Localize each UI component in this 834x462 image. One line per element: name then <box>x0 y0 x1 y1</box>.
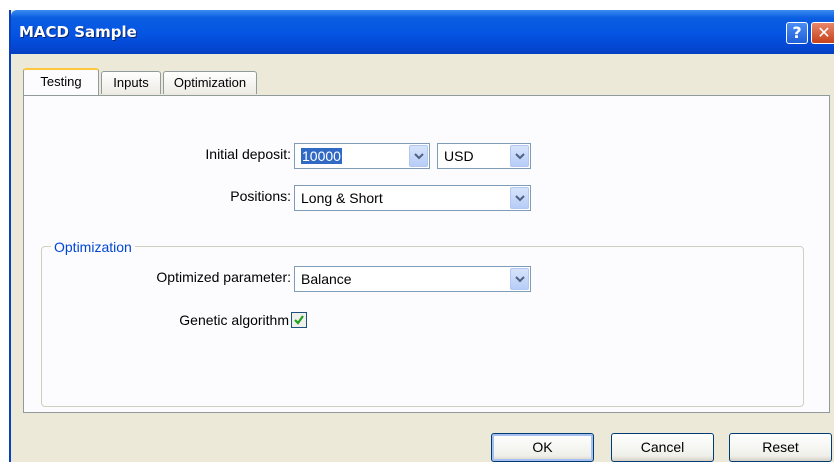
initial-deposit-value: 10000 <box>301 148 342 164</box>
dropdown-arrow-icon[interactable] <box>409 145 428 167</box>
help-button[interactable]: ? <box>786 22 808 44</box>
window-title: MACD Sample <box>19 23 137 41</box>
dropdown-arrow-icon[interactable] <box>510 187 529 209</box>
tab-inputs[interactable]: Inputs <box>101 71 161 94</box>
tab-testing-label: Testing <box>40 74 82 89</box>
dropdown-arrow-icon[interactable] <box>510 268 529 290</box>
dialog-window: MACD Sample ? ✕ Testing Inputs Optimizat… <box>9 10 834 462</box>
currency-value: USD <box>444 148 474 164</box>
positions-value: Long & Short <box>301 190 383 206</box>
help-icon: ? <box>792 23 802 42</box>
checkmark-icon <box>294 315 304 325</box>
optimization-group-title: Optimization <box>51 239 135 255</box>
ok-button[interactable]: OK <box>491 433 594 462</box>
tab-optimization[interactable]: Optimization <box>163 71 257 94</box>
cancel-button[interactable]: Cancel <box>611 433 714 462</box>
optimized-parameter-value: Balance <box>301 271 352 287</box>
title-bar[interactable]: MACD Sample ? ✕ <box>11 10 834 54</box>
positions-combo[interactable]: Long & Short <box>294 185 531 211</box>
genetic-algorithm-checkbox[interactable] <box>291 312 307 328</box>
initial-deposit-combo[interactable]: 10000 <box>294 143 430 169</box>
close-button[interactable]: ✕ <box>811 22 834 44</box>
tab-inputs-label: Inputs <box>113 75 149 90</box>
currency-combo[interactable]: USD <box>437 143 531 169</box>
optimized-parameter-combo[interactable]: Balance <box>294 266 531 292</box>
dropdown-arrow-icon[interactable] <box>510 145 529 167</box>
optimized-parameter-label: Optimized parameter: <box>156 269 291 285</box>
genetic-algorithm-label: Genetic algorithm <box>179 312 289 328</box>
tab-optimization-label: Optimization <box>173 75 247 90</box>
tab-testing[interactable]: Testing <box>23 68 99 95</box>
close-icon: ✕ <box>817 23 831 42</box>
positions-label: Positions: <box>230 188 291 204</box>
initial-deposit-label: Initial deposit: <box>205 146 291 162</box>
reset-button[interactable]: Reset <box>729 433 832 462</box>
